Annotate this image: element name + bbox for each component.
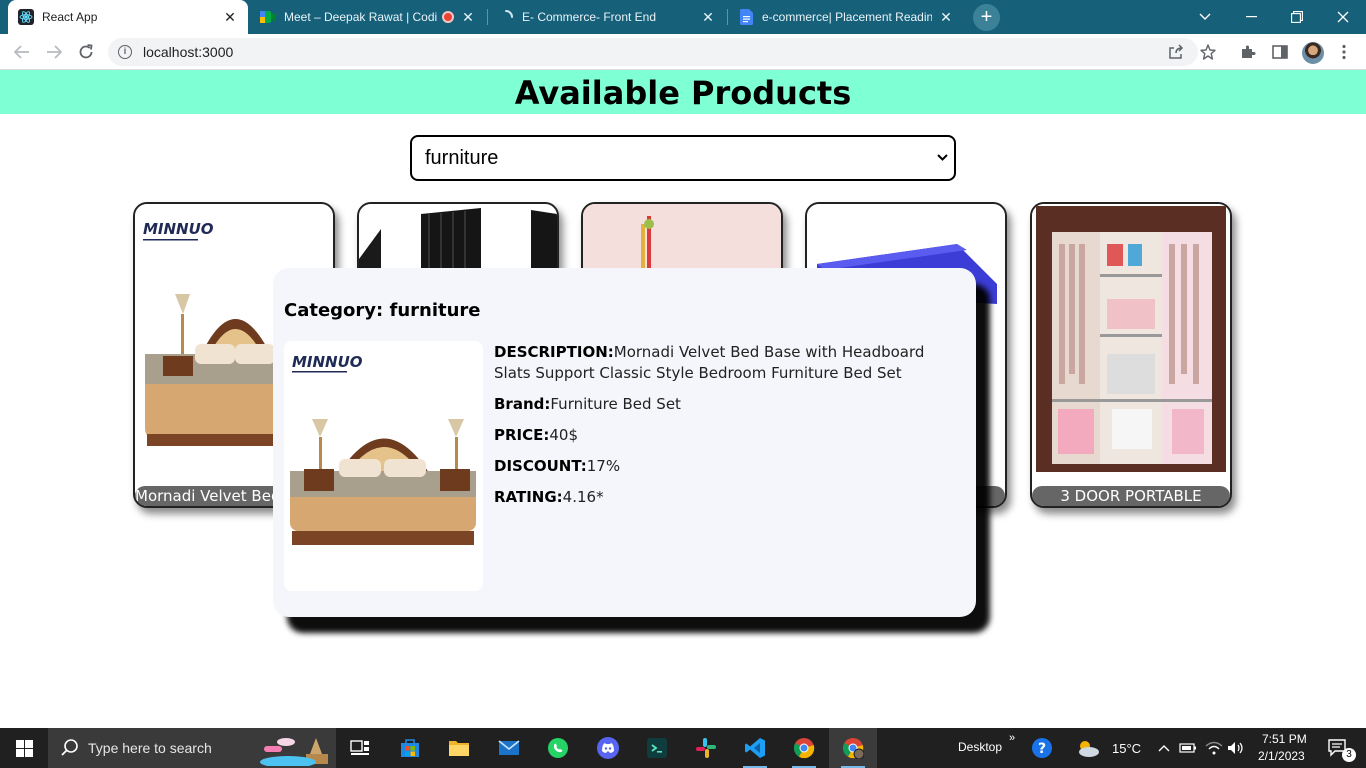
- tab-close-icon[interactable]: ✕: [938, 9, 954, 26]
- back-button[interactable]: [10, 40, 34, 64]
- help-icon[interactable]: ?: [1018, 728, 1066, 768]
- forward-button[interactable]: [42, 40, 66, 64]
- discount-value: 17%: [586, 457, 621, 475]
- rating-value: 4.16*: [562, 488, 604, 506]
- brand-row: Brand:Furniture Bed Set: [494, 394, 954, 415]
- page-title: Available Products: [514, 74, 852, 112]
- browser-tab-strip: React App ✕ Meet – Deepak Rawat | Codi ✕…: [0, 0, 1366, 34]
- notification-count-badge: 3: [1342, 748, 1356, 762]
- search-highlight-icon: [260, 738, 328, 766]
- tab-title: e-commerce| Placement Readine: [762, 10, 932, 24]
- product-card-caption: 3 DOOR PORTABLE: [1032, 486, 1230, 506]
- rating-label: RATING:: [494, 488, 563, 506]
- description-row: DESCRIPTION:Mornadi Velvet Bed Base with…: [494, 342, 954, 384]
- category-select-value: furniture: [425, 147, 499, 169]
- whatsapp-icon[interactable]: [534, 728, 582, 768]
- show-hidden-icons-chevron[interactable]: [1152, 728, 1176, 768]
- tab-close-icon[interactable]: ✕: [460, 9, 476, 26]
- chevron-down-icon: [937, 154, 948, 161]
- tab-title: Meet – Deepak Rawat | Codi: [284, 10, 438, 24]
- page-header: Available Products: [0, 70, 1366, 114]
- terminal-app-icon[interactable]: [633, 728, 681, 768]
- description-label: DESCRIPTION:: [494, 343, 614, 361]
- google-docs-icon: [738, 9, 754, 25]
- windows-taskbar: Type here to search Desktop » ? 15°C 7:5…: [0, 728, 1366, 768]
- side-panel-icon[interactable]: [1270, 42, 1290, 62]
- vscode-icon[interactable]: [731, 728, 779, 768]
- restore-button[interactable]: [1274, 0, 1320, 34]
- weather-temperature[interactable]: 15°C: [1112, 741, 1141, 756]
- price-label: PRICE:: [494, 426, 550, 444]
- react-icon: [18, 9, 34, 25]
- discount-label: DISCOUNT:: [494, 457, 587, 475]
- tab-ecommerce-front-end[interactable]: E- Commerce- Front End ✕: [488, 0, 726, 34]
- category-select[interactable]: furniture: [410, 135, 956, 181]
- clock-time[interactable]: 7:51 PM: [1262, 732, 1307, 746]
- url-text[interactable]: localhost:3000: [143, 44, 233, 60]
- start-button[interactable]: [0, 728, 48, 768]
- discord-icon[interactable]: [584, 728, 632, 768]
- address-bar[interactable]: i localhost:3000: [108, 38, 1198, 66]
- browser-toolbar: i localhost:3000: [0, 34, 1366, 70]
- chrome-profile-icon[interactable]: [829, 728, 877, 768]
- discount-row: DISCOUNT:17%: [494, 456, 954, 477]
- tab-placement-readiness[interactable]: e-commerce| Placement Readine ✕: [728, 0, 964, 34]
- brand-label: Brand:: [494, 395, 551, 413]
- volume-icon[interactable]: [1224, 728, 1248, 768]
- menu-kebab-icon[interactable]: [1334, 42, 1354, 62]
- profile-avatar[interactable]: [1302, 42, 1324, 64]
- tab-close-icon[interactable]: ✕: [222, 9, 238, 26]
- page-content: Available Products furniture MINNUO Morn…: [0, 70, 1366, 728]
- new-tab-button[interactable]: +: [973, 4, 1000, 31]
- weather-icon[interactable]: [1068, 728, 1108, 768]
- tab-close-icon[interactable]: ✕: [700, 9, 716, 26]
- microsoft-store-icon[interactable]: [386, 728, 434, 768]
- tab-title: E- Commerce- Front End: [522, 10, 657, 24]
- modal-category: Category: furniture: [284, 300, 481, 321]
- svg-text:?: ?: [1038, 741, 1046, 757]
- notifications-icon[interactable]: 3: [1318, 728, 1358, 768]
- modal-details: DESCRIPTION:Mornadi Velvet Bed Base with…: [494, 342, 954, 518]
- windows-logo-icon: [15, 739, 33, 757]
- taskbar-search[interactable]: Type here to search: [48, 728, 336, 768]
- task-view-icon[interactable]: [336, 728, 384, 768]
- price-row: PRICE:40$: [494, 425, 954, 446]
- chrome-icon[interactable]: [780, 728, 828, 768]
- rating-row: RATING:4.16*: [494, 487, 954, 508]
- bookmark-star-icon[interactable]: [1198, 42, 1218, 62]
- extensions-icon[interactable]: [1238, 42, 1258, 62]
- product-image-wardrobe: [1032, 204, 1230, 486]
- brand-value: Furniture Bed Set: [550, 395, 681, 413]
- site-info-icon[interactable]: i: [118, 45, 132, 59]
- search-placeholder: Type here to search: [88, 740, 212, 756]
- desktop-toolbar-label[interactable]: Desktop: [958, 740, 1002, 754]
- share-icon[interactable]: [1166, 42, 1186, 62]
- tab-search-icon[interactable]: [1182, 0, 1228, 34]
- clock-date[interactable]: 2/1/2023: [1258, 749, 1305, 763]
- search-icon: [61, 739, 78, 756]
- slack-icon[interactable]: [682, 728, 730, 768]
- tab-react-app[interactable]: React App ✕: [8, 0, 248, 34]
- modal-product-image: MINNUO: [284, 341, 483, 591]
- mail-icon[interactable]: [485, 728, 533, 768]
- wifi-icon[interactable]: [1202, 728, 1226, 768]
- google-meet-icon: [260, 9, 276, 25]
- minimize-button[interactable]: [1228, 0, 1274, 34]
- tab-meet[interactable]: Meet – Deepak Rawat | Codi ✕: [250, 0, 486, 34]
- brand-logo: MINNUO: [143, 220, 214, 238]
- tab-title: React App: [42, 10, 98, 24]
- product-card[interactable]: 3 DOOR PORTABLE: [1030, 202, 1232, 508]
- reload-button[interactable]: [74, 40, 98, 64]
- product-detail-modal[interactable]: Category: furniture MINNUO DESCRIPTION:M…: [273, 268, 976, 617]
- close-window-button[interactable]: [1320, 0, 1366, 34]
- file-explorer-icon[interactable]: [435, 728, 483, 768]
- price-value: 40$: [549, 426, 579, 444]
- toolbar-overflow-chevron[interactable]: »: [1009, 732, 1015, 744]
- modal-brand-logo: MINNUO: [292, 353, 363, 371]
- battery-icon[interactable]: [1176, 728, 1200, 768]
- loading-spinner-icon: [498, 9, 514, 25]
- recording-icon: [442, 11, 454, 23]
